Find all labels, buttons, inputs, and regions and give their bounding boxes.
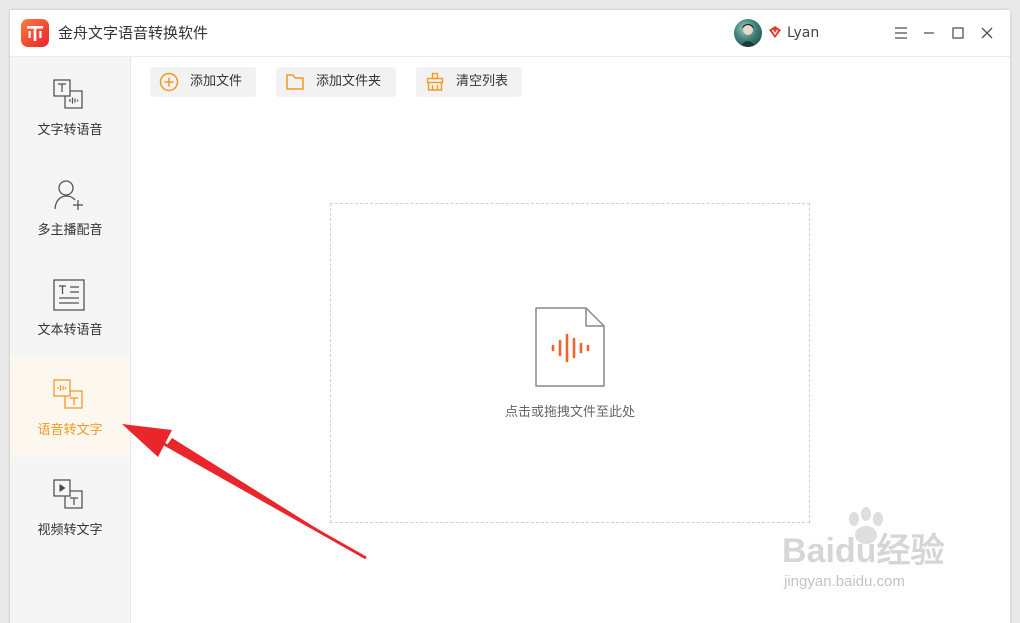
- sidebar-item-video-to-text[interactable]: 视频转文字: [10, 457, 130, 557]
- folder-icon: [286, 74, 304, 90]
- add-folder-label: 添加文件夹: [316, 74, 382, 89]
- sidebar-item-speech-to-text[interactable]: 语音转文字: [10, 357, 130, 457]
- minimize-button[interactable]: [918, 22, 940, 44]
- watermark-text: Baidu经验: [782, 532, 945, 570]
- broom-icon: [426, 72, 444, 91]
- document-text-icon: [53, 279, 85, 311]
- sidebar-item-label: 文字转语音: [37, 123, 103, 138]
- hamburger-icon: [895, 27, 907, 39]
- clear-list-label: 清空列表: [456, 74, 509, 89]
- close-button[interactable]: [976, 22, 998, 44]
- maximize-icon: [952, 27, 964, 39]
- app-logo-icon: [21, 19, 49, 47]
- add-file-button[interactable]: 添加文件: [150, 67, 256, 97]
- sidebar-item-label: 视频转文字: [37, 523, 103, 538]
- audio-file-icon: [535, 307, 605, 387]
- user-avatar[interactable]: [734, 19, 762, 47]
- sidebar-item-label: 文本转语音: [37, 323, 103, 338]
- sidebar: 文字转语音 多主播配音 文本转语音 语音转文字 视频转文字: [10, 57, 131, 623]
- sidebar-item-multi-voice[interactable]: 多主播配音: [10, 157, 130, 257]
- video-to-text-icon: [53, 479, 83, 509]
- baidu-watermark: Baidu经验 jingyan.baidu.com: [782, 507, 982, 605]
- add-circle-icon: [159, 72, 179, 92]
- maximize-button[interactable]: [947, 22, 969, 44]
- app-title: 金舟文字语音转换软件: [58, 24, 209, 42]
- sidebar-item-label: 多主播配音: [37, 223, 103, 238]
- sidebar-item-label: 语音转文字: [37, 423, 103, 438]
- username[interactable]: Lyan: [787, 23, 819, 43]
- minimize-icon: [924, 32, 934, 34]
- file-drop-zone[interactable]: 点击或拖拽文件至此处: [330, 203, 810, 523]
- title-bar: 金舟文字语音转换软件 Lyan: [10, 10, 1010, 57]
- sidebar-item-text-to-speech[interactable]: 文字转语音: [10, 57, 130, 157]
- close-icon: [981, 27, 993, 39]
- drop-zone-hint: 点击或拖拽文件至此处: [504, 405, 635, 420]
- clear-list-button[interactable]: 清空列表: [416, 67, 522, 97]
- add-folder-button[interactable]: 添加文件夹: [276, 67, 396, 97]
- add-user-icon: [54, 180, 83, 210]
- text-to-speech-icon: [53, 79, 83, 109]
- speech-to-text-icon: [53, 379, 83, 409]
- sidebar-item-doc-to-speech[interactable]: 文本转语音: [10, 257, 130, 357]
- menu-button[interactable]: [890, 22, 912, 44]
- vip-diamond-icon: [769, 26, 781, 38]
- watermark-url: jingyan.baidu.com: [784, 573, 905, 590]
- add-file-label: 添加文件: [190, 74, 243, 89]
